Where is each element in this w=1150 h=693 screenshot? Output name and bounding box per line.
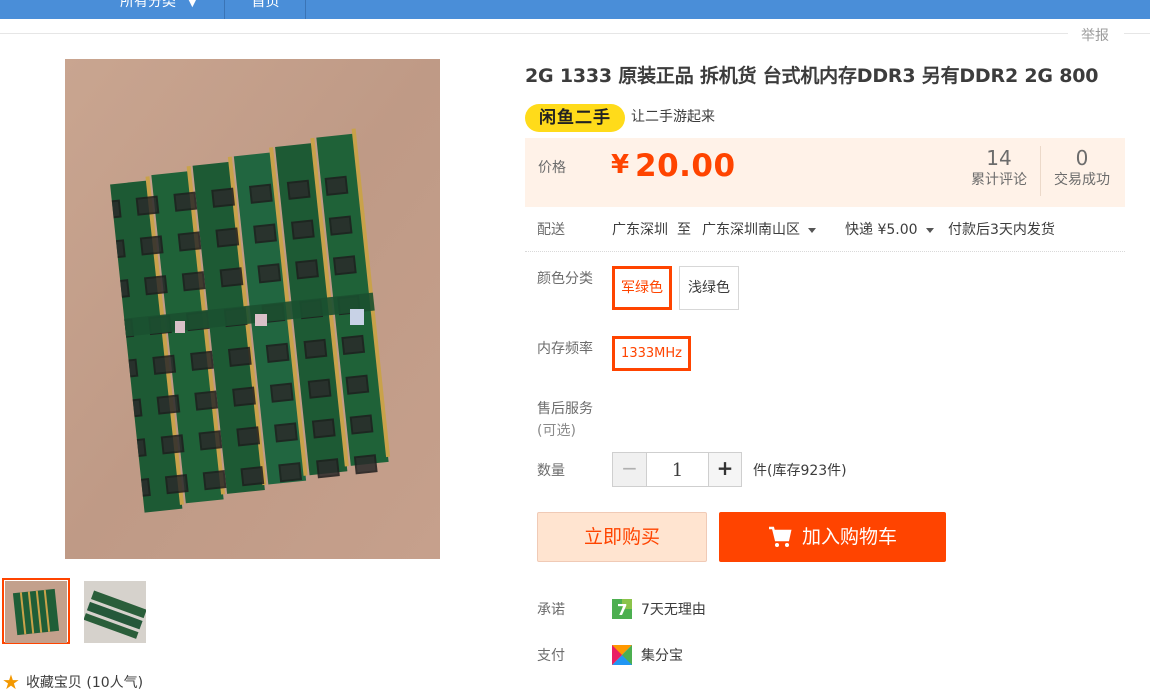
aftersale-optional: (可选) (537, 423, 576, 439)
deal-count-label: 交易成功 (1054, 172, 1110, 188)
color-option-army-green[interactable]: 军绿色 (612, 266, 672, 310)
thumbnail-2-image (84, 581, 146, 643)
price-value: 20.00 (635, 148, 736, 184)
shopping-cart-icon (768, 526, 792, 547)
review-count-label: 累计评论 (971, 172, 1027, 188)
price-label: 价格 (538, 160, 566, 176)
frequency-label: 内存频率 (537, 341, 593, 357)
chevron-down-icon: ▼ (188, 0, 197, 9)
color-option-light-green[interactable]: 浅绿色 (679, 266, 739, 310)
all-categories-menu[interactable]: 所有分类 ▼ (105, 0, 225, 19)
thumbnail-2[interactable] (84, 581, 146, 643)
dispatch-time: 付款后3天内发货 (948, 222, 1055, 238)
favorite-label: 收藏宝贝 (10人气) (25, 675, 144, 691)
thumbnail-1-image (5, 581, 67, 643)
price-panel: 价格 ¥ 20.00 14 累计评论 0 交易成功 (525, 138, 1125, 207)
stock-info: 件(库存923件) (753, 463, 847, 479)
destination-value: 广东深圳南山区 (702, 222, 800, 238)
ship-to-word: 至 (677, 222, 691, 238)
seven-day-return-icon: 7 (612, 599, 632, 619)
add-to-cart-label: 加入购物车 (801, 526, 897, 548)
header-divider (0, 33, 1068, 34)
quantity-increase-button[interactable]: + (708, 452, 742, 487)
frequency-option-1333[interactable]: 1333MHz (612, 336, 691, 371)
nav-home-link[interactable]: 首页 (226, 0, 306, 19)
quantity-label: 数量 (537, 463, 565, 479)
report-link[interactable]: 举报 (1081, 25, 1109, 45)
main-product-photo[interactable] (65, 59, 440, 559)
quantity-input[interactable]: 1 (647, 452, 708, 487)
top-nav-bar: 所有分类 ▼ 首页 (0, 0, 1150, 19)
shipping-method-select[interactable]: 快递 ¥5.00 (845, 219, 934, 239)
favorite-item[interactable]: ★ 收藏宝贝 (10人气) (2, 672, 143, 692)
product-title: 2G 1333 原装正品 拆机货 台式机内存DDR3 另有DDR2 2G 800 (525, 65, 1099, 87)
add-to-cart-button[interactable]: 加入购物车 (719, 512, 946, 562)
buy-now-button[interactable]: 立即购买 (537, 512, 707, 562)
shipping-method-value: 快递 ¥5.00 (845, 222, 918, 238)
seven-day-return-link[interactable]: 7天无理由 (641, 599, 706, 619)
jifenbao-link[interactable]: 集分宝 (641, 645, 683, 665)
deal-count: 0 (1075, 146, 1089, 170)
color-label: 颜色分类 (537, 271, 593, 287)
shipping-row: 配送 广东深圳 至 广东深圳南山区 快递 ¥5.00 付款后3天内发货 (525, 208, 1125, 252)
promise-label: 承诺 (537, 602, 565, 618)
ship-from: 广东深圳 (612, 222, 668, 238)
stat-divider (1040, 146, 1041, 196)
aftersale-label: 售后服务 (537, 401, 593, 417)
svg-text:7: 7 (617, 601, 627, 619)
deal-count-stat: 0 交易成功 (1048, 146, 1116, 190)
star-icon: ★ (2, 670, 20, 693)
xianyu-badge: 闲鱼二手 (525, 104, 625, 132)
shipping-label: 配送 (537, 222, 565, 238)
review-count: 14 (986, 146, 1012, 170)
payment-label: 支付 (537, 648, 565, 664)
brand-slogan: 让二手游起来 (631, 109, 715, 125)
jifenbao-icon (612, 645, 632, 665)
all-categories-label: 所有分类 (120, 0, 176, 10)
ram-modules-image (65, 59, 440, 559)
chevron-down-icon (925, 227, 934, 233)
header-divider-right (1124, 33, 1150, 34)
thumbnail-1[interactable] (5, 581, 67, 643)
currency-symbol: ¥ (611, 150, 630, 180)
review-count-stat[interactable]: 14 累计评论 (965, 146, 1033, 190)
quantity-decrease-button[interactable]: − (612, 452, 647, 487)
destination-select[interactable]: 广东深圳南山区 (702, 219, 816, 239)
chevron-down-icon (808, 227, 816, 233)
